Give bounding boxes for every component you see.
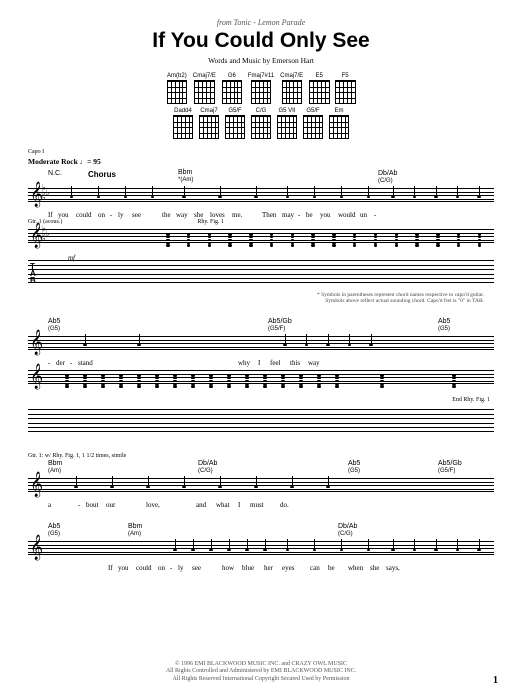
chord-diagram: Em [329, 108, 349, 139]
guitar-part-label: Gtr. 1 (acous.) Rhy. Fig. 1 [28, 219, 494, 225]
page-number: 1 [493, 675, 498, 686]
chord-diagram: G5 VII [277, 108, 297, 139]
header-block: from Tonic - Lemon Parade If You Could O… [28, 18, 494, 65]
chord-row-1: Am(b2) Cmaj7/E G6 Fmaj7#11 Cmaj7/E E5 F5 [167, 73, 355, 104]
end-rhy-label: End Rhy. Fig. 1 [28, 397, 490, 403]
rhy-instruction: Gtr. 1: w/ Rhy. Fig. 1, 1 1/2 times, sim… [28, 453, 494, 459]
chord-diagram-block: Am(b2) Cmaj7/E G6 Fmaj7#11 Cmaj7/E E5 F5… [28, 73, 494, 139]
vocal-staff: 𝄞 ♭♭♭♭ [28, 185, 494, 209]
chord-labels: Bbm (Am) Db/Ab (C/G) Ab5 (G5) Ab5/Gb (G5… [28, 460, 494, 474]
treble-clef-icon: 𝄞 [30, 536, 43, 558]
lyrics-line: If you could on - ly see the way she lov… [28, 211, 494, 219]
tab-staff [28, 409, 494, 439]
lyrics-line: - der - stand why I feel this way [28, 359, 494, 367]
tab-label: TAB [30, 263, 36, 285]
chord-diagram: G5/F [303, 108, 323, 139]
guitar-staff: 𝄞 ♭♭♭♭ [28, 226, 494, 254]
chord-labels: Ab5 (G5) Bbm (Am) Db/Ab (C/G) [28, 523, 494, 537]
from-line: from Tonic - Lemon Parade [28, 18, 494, 27]
treble-clef-icon: 𝄞 [30, 473, 43, 495]
vocal-staff: 𝄞 [28, 538, 494, 562]
footnote: * Symbols in parentheses represent chord… [28, 292, 494, 304]
treble-clef-icon: 𝄞 [30, 365, 43, 387]
music-system-1: N.C. Chorus Bbm *(Am) Db/Ab (C/G) 𝄞 ♭♭♭♭ [28, 170, 494, 304]
chord-labels: N.C. Chorus Bbm *(Am) Db/Ab (C/G) [28, 170, 494, 184]
chord-diagram: Dadd4 [173, 108, 193, 139]
vocal-staff: 𝄞 [28, 475, 494, 499]
chord-row-2: Dadd4 Cmaj7 G5/F C/G G5 VII G5/F Em [173, 108, 349, 139]
chord-diagram: Fmaj7#11 [248, 73, 274, 104]
copyright-block: © 1996 EMI BLACKWOOD MUSIC INC. and CRAZ… [0, 661, 522, 684]
lyrics-line: a - bout our love, and what I must do. [28, 501, 494, 509]
music-system-3: Gtr. 1: w/ Rhy. Fig. 1, 1 1/2 times, sim… [28, 453, 494, 509]
treble-clef-icon: 𝄞 [30, 331, 43, 353]
song-title: If You Could Only See [28, 29, 494, 53]
tempo-marking: Moderate Rock ♩= 95 [28, 157, 494, 166]
chord-diagram: Cmaj7/E [193, 73, 216, 104]
chord-diagram: F5 [335, 73, 355, 104]
chord-labels: Ab5 (G5) Ab5/Gb (G5/F) Ab5 (G5) [28, 318, 494, 332]
chord-diagram: Cmaj7/E [280, 73, 303, 104]
capo-info: Capo I [28, 149, 494, 155]
key-signature: ♭♭♭♭ [42, 227, 50, 241]
chord-diagram: C/G [251, 108, 271, 139]
chord-diagram: Cmaj7 [199, 108, 219, 139]
chord-diagram: E5 [309, 73, 329, 104]
lyrics-line: If you could on - ly see how blue her ey… [28, 564, 494, 572]
chord-diagram: Am(b2) [167, 73, 187, 104]
chord-diagram: G6 [222, 73, 242, 104]
chord-diagram: G5/F [225, 108, 245, 139]
guitar-staff: 𝄞 [28, 367, 494, 395]
credits: Words and Music by Emerson Hart [28, 56, 494, 65]
music-system-2: Ab5 (G5) Ab5/Gb (G5/F) Ab5 (G5) 𝄞 [28, 318, 494, 439]
key-signature: ♭♭♭♭ [42, 186, 50, 200]
tab-staff: TAB [28, 260, 494, 290]
vocal-staff: 𝄞 [28, 333, 494, 357]
music-system-4: Ab5 (G5) Bbm (Am) Db/Ab (C/G) 𝄞 [28, 523, 494, 572]
sheet-music-page: from Tonic - Lemon Parade If You Could O… [0, 0, 522, 586]
